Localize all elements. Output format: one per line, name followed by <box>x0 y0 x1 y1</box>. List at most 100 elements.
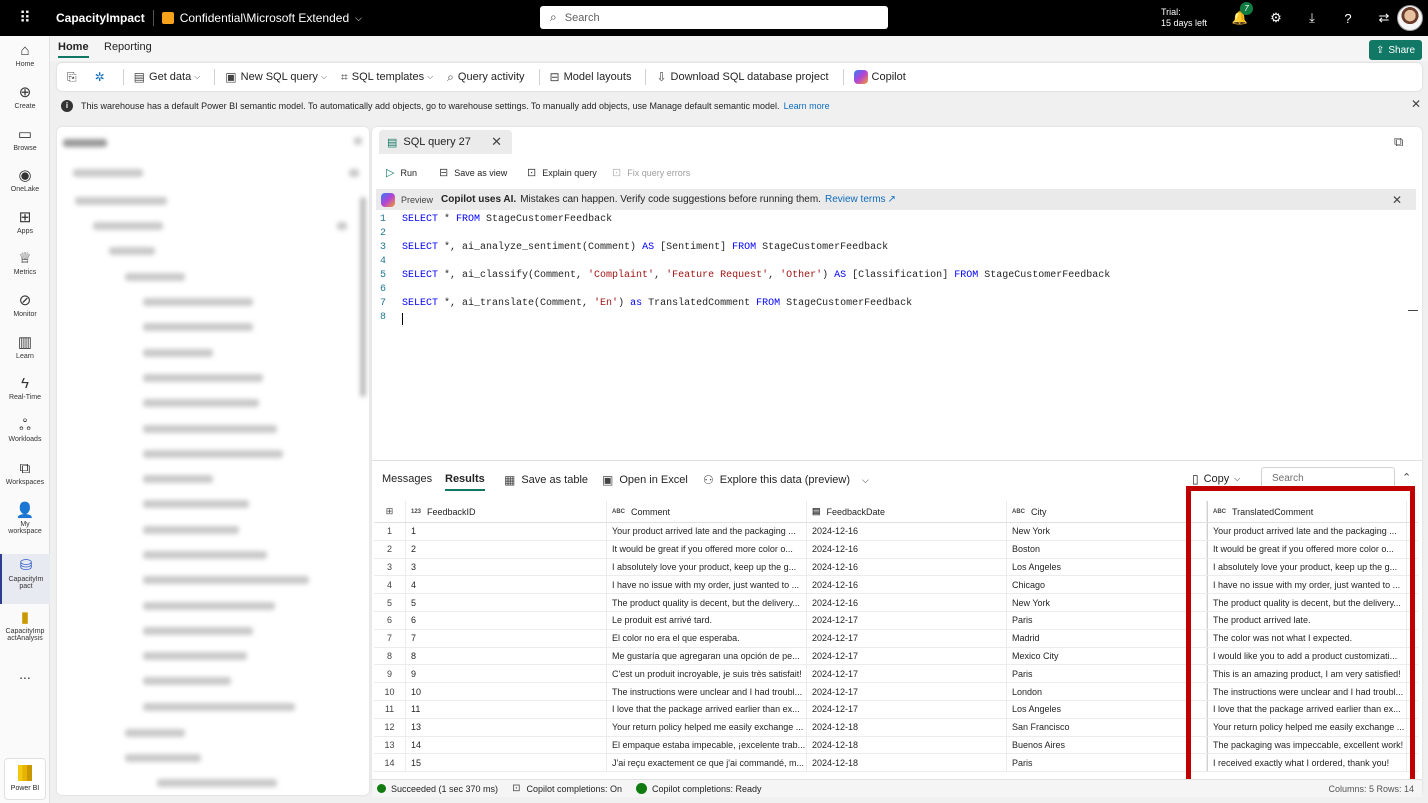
rail-item-metrics[interactable]: ♕ Metrics <box>0 250 50 276</box>
comment-cell[interactable]: Your return policy helped me easily exch… <box>607 718 807 736</box>
close-icon[interactable]: ✕ <box>1411 97 1421 111</box>
feedbackdate-cell[interactable]: 2024-12-17 <box>807 611 1007 629</box>
table-row[interactable]: 13 14 El empaque estaba impecable, ¡excele… <box>374 736 1418 755</box>
code-editor[interactable]: 1 SELECT * FROM StageCustomerFeedback 2 3… <box>372 213 1418 453</box>
feedbackdate-cell[interactable]: 2024-12-17 <box>807 629 1007 647</box>
translatedcomment-cell[interactable]: Your return policy helped me easily exch… <box>1207 718 1407 736</box>
feedbackdate-cell[interactable]: 2024-12-17 <box>807 683 1007 700</box>
translatedcomment-cell[interactable]: I absolutely love your product, keep up … <box>1207 558 1407 576</box>
rail-item-monitor[interactable]: ⊘ Monitor <box>0 292 50 318</box>
table-row[interactable]: 12 13 Your return policy helped me easily … <box>374 718 1418 737</box>
translatedcomment-cell[interactable]: It would be great if you offered more co… <box>1207 540 1407 558</box>
app-launcher-icon[interactable]: ⠿ <box>0 0 50 36</box>
table-row[interactable]: 6 6 Le produit est arrivé tard. 2024-12-17 P… <box>374 611 1418 630</box>
table-row[interactable]: 7 7 El color no era el que esperaba. 2024-1… <box>374 629 1418 648</box>
comment-cell[interactable]: I absolutely love your product, keep up … <box>607 558 807 576</box>
feedbackid-cell[interactable]: 8 <box>406 647 607 665</box>
review-terms-link[interactable]: Review terms <box>825 194 886 205</box>
column-header-translatedcomment[interactable]: ABC TranslatedComment <box>1207 501 1407 522</box>
feedbackdate-cell[interactable]: 2024-12-16 <box>807 540 1007 558</box>
comment-cell[interactable]: The instructions were unclear and I had … <box>607 683 807 700</box>
feedbackid-cell[interactable]: 11 <box>406 700 607 718</box>
feedbackdate-cell[interactable]: 2024-12-16 <box>807 576 1007 594</box>
translatedcomment-cell[interactable]: I have no issue with my order, just want… <box>1207 576 1407 594</box>
new-sql-query-button[interactable]: ▣ New SQL query ⌵ <box>225 70 327 84</box>
settings-icon[interactable]: ⚙ <box>1258 10 1294 26</box>
translatedcomment-cell[interactable]: The color was not what I expected. <box>1207 629 1407 647</box>
city-cell[interactable]: Paris <box>1007 754 1207 772</box>
feedbackid-cell[interactable]: 6 <box>406 611 607 629</box>
copy-icon[interactable]: ⧉ <box>1394 134 1403 150</box>
feedbackdate-cell[interactable]: 2024-12-18 <box>807 718 1007 736</box>
comment-cell[interactable]: Le produit est arrivé tard. <box>607 611 807 629</box>
column-header-comment[interactable]: ABC Comment <box>607 501 807 522</box>
chevron-down-icon[interactable]: ⌵ <box>355 13 362 24</box>
row-number[interactable]: 8 <box>374 647 406 665</box>
pane-splitter[interactable] <box>372 460 1422 461</box>
get-data-button[interactable]: ▤ Get data ⌵ <box>134 70 201 84</box>
avatar[interactable] <box>1397 5 1423 31</box>
tab-sql-query[interactable]: ▤ SQL query 27 ✕ <box>379 130 512 154</box>
help-icon[interactable]: ? <box>1330 11 1366 26</box>
comment-cell[interactable]: The product quality is decent, but the d… <box>607 594 807 611</box>
copilot-button[interactable]: Copilot <box>853 70 906 84</box>
copilot-completions-toggle[interactable]: ⊡ Copilot completions: On <box>512 783 622 794</box>
row-number[interactable]: 6 <box>374 611 406 629</box>
feedbackdate-cell[interactable]: 2024-12-18 <box>807 754 1007 772</box>
close-tab-icon[interactable]: ✕ <box>491 134 502 150</box>
row-number[interactable]: 3 <box>374 558 406 576</box>
trial-status[interactable]: Trial: 15 days left <box>1161 7 1207 29</box>
learn-more-link[interactable]: Learn more <box>784 101 830 111</box>
rail-item-browse[interactable]: ▭ Browse <box>0 126 50 152</box>
city-cell[interactable]: Paris <box>1007 665 1207 683</box>
feedbackid-cell[interactable]: 10 <box>406 683 607 700</box>
row-number[interactable]: 5 <box>374 594 406 611</box>
feedbackdate-cell[interactable]: 2024-12-17 <box>807 665 1007 683</box>
row-number[interactable]: 13 <box>374 736 406 754</box>
translatedcomment-cell[interactable]: The instructions were unclear and I had … <box>1207 683 1407 700</box>
feedbackdate-cell[interactable]: 2024-12-16 <box>807 523 1007 540</box>
row-number[interactable]: 2 <box>374 540 406 558</box>
table-row[interactable]: 5 5 The product quality is decent, but the… <box>374 594 1418 612</box>
copy-button[interactable]: ▯ Copy ⌵ <box>1192 472 1240 486</box>
grid-icon[interactable]: ⊞ <box>374 501 406 522</box>
translatedcomment-cell[interactable]: I received exactly what I ordered, thank… <box>1207 754 1407 772</box>
row-number[interactable]: 1 <box>374 523 406 540</box>
explain-query-button[interactable]: ⊡ Explain query <box>527 166 597 179</box>
city-cell[interactable]: New York <box>1007 594 1207 611</box>
row-number[interactable]: 14 <box>374 754 406 772</box>
rail-item-onelake[interactable]: ◉ OneLake <box>0 167 50 193</box>
download-project-button[interactable]: ⇩ Download SQL database project <box>656 70 828 84</box>
translatedcomment-cell[interactable]: The product arrived late. <box>1207 611 1407 629</box>
table-row[interactable]: 2 2 It would be great if you offered more … <box>374 540 1418 559</box>
table-row[interactable]: 33I absolutely love your product, keep u… <box>374 558 1418 577</box>
rail-item-capacityanalysis[interactable]: ▮ CapacityImp actAnalysis <box>0 609 50 642</box>
row-number[interactable]: 10 <box>374 683 406 700</box>
fix-query-errors-button[interactable]: ⊡ Fix query errors <box>612 166 690 179</box>
row-number[interactable]: 9 <box>374 665 406 683</box>
city-cell[interactable]: Paris <box>1007 611 1207 629</box>
feedbackdate-cell[interactable]: 2024-12-17 <box>807 647 1007 665</box>
powerbi-switcher[interactable]: Power BI <box>4 758 46 800</box>
feedbackid-cell[interactable]: 3 <box>406 558 607 576</box>
comment-cell[interactable]: Me gustaría que agregaran una opción de … <box>607 647 807 665</box>
feedbackdate-cell[interactable]: 2024-12-18 <box>807 736 1007 754</box>
feedbackid-cell[interactable]: 14 <box>406 736 607 754</box>
notifications-icon[interactable]: 🔔 7 <box>1222 2 1258 26</box>
tab-messages[interactable]: Messages <box>382 473 432 485</box>
row-number[interactable]: 4 <box>374 576 406 594</box>
city-cell[interactable]: Chicago <box>1007 576 1207 594</box>
comment-cell[interactable]: Your product arrived late and the packag… <box>607 523 807 540</box>
feedbackdate-cell[interactable]: 2024-12-17 <box>807 700 1007 718</box>
close-icon[interactable]: ✕ <box>1392 193 1402 207</box>
feedbackid-cell[interactable]: 15 <box>406 754 607 772</box>
comment-cell[interactable]: I have no issue with my order, just want… <box>607 576 807 594</box>
new-item-icon[interactable]: ⎘ <box>67 70 81 85</box>
save-as-view-button[interactable]: ⊟ Save as view <box>439 166 507 179</box>
city-cell[interactable]: Madrid <box>1007 629 1207 647</box>
feedbackid-cell[interactable]: 2 <box>406 540 607 558</box>
explore-data-button[interactable]: ⚇ Explore this data (preview) ⌵ <box>703 473 869 487</box>
feedbackid-cell[interactable]: 1 <box>406 523 607 540</box>
table-row[interactable]: 44I have no issue with my order, just wa… <box>374 576 1418 595</box>
collapse-icon[interactable]: ⌃ <box>1402 471 1411 484</box>
